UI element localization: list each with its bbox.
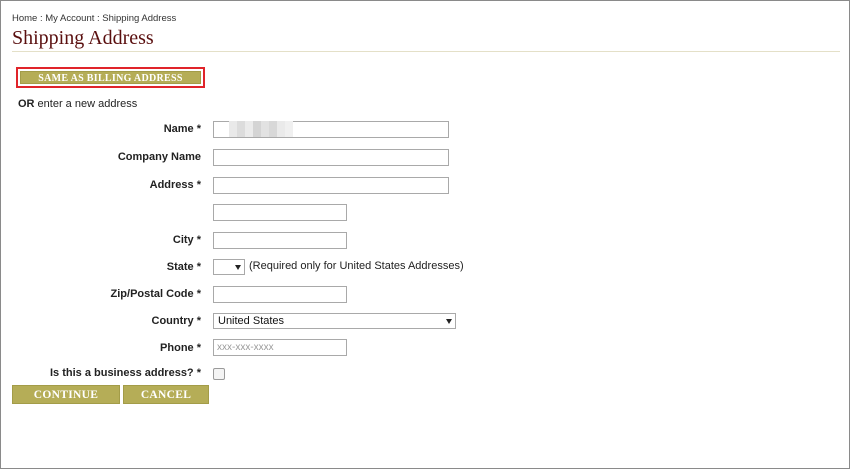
- zip-field[interactable]: [213, 286, 347, 303]
- chevron-down-icon: [446, 319, 452, 324]
- city-field[interactable]: [213, 232, 347, 249]
- phone-label: Phone *: [160, 342, 201, 354]
- country-selected-value: United States: [218, 315, 285, 327]
- chevron-down-icon: [235, 265, 241, 270]
- breadcrumb: Home : My Account : Shipping Address: [12, 13, 176, 24]
- page-frame: Home : My Account : Shipping Address Shi…: [0, 0, 850, 469]
- same-as-billing-highlight: SAME AS BILLING ADDRESS: [16, 67, 205, 88]
- cancel-button[interactable]: CANCEL: [123, 385, 209, 404]
- breadcrumb-my-account-link[interactable]: My Account: [45, 13, 94, 24]
- state-note: (Required only for United States Address…: [249, 260, 464, 272]
- country-label: Country *: [151, 315, 202, 327]
- or-label: OR: [18, 98, 35, 110]
- city-label: City *: [172, 234, 201, 246]
- state-label: State *: [166, 261, 201, 273]
- business-address-checkbox[interactable]: [213, 368, 225, 380]
- breadcrumb-current: Shipping Address: [102, 13, 177, 24]
- country-select[interactable]: United States: [213, 313, 456, 329]
- breadcrumb-home-link[interactable]: Home: [12, 13, 37, 24]
- same-as-billing-button[interactable]: SAME AS BILLING ADDRESS: [20, 71, 201, 84]
- title-divider: [12, 51, 840, 52]
- or-new-address-text: OR enter a new address: [18, 98, 137, 110]
- continue-button[interactable]: CONTINUE: [12, 385, 120, 404]
- phone-field[interactable]: [213, 339, 347, 356]
- address-label: Address *: [149, 179, 201, 191]
- redacted-name-value: [229, 121, 293, 137]
- company-name-field[interactable]: [213, 149, 449, 166]
- address-line1-field[interactable]: [213, 177, 449, 194]
- name-label: Name *: [163, 123, 201, 135]
- business-address-label: Is this a business address? *: [49, 367, 201, 379]
- or-rest-text: enter a new address: [34, 98, 138, 110]
- company-name-label: Company Name: [117, 151, 201, 163]
- state-select[interactable]: [213, 259, 245, 275]
- address-line2-field[interactable]: [213, 204, 347, 221]
- page-title: Shipping Address: [12, 27, 154, 49]
- zip-label: Zip/Postal Code *: [110, 288, 201, 300]
